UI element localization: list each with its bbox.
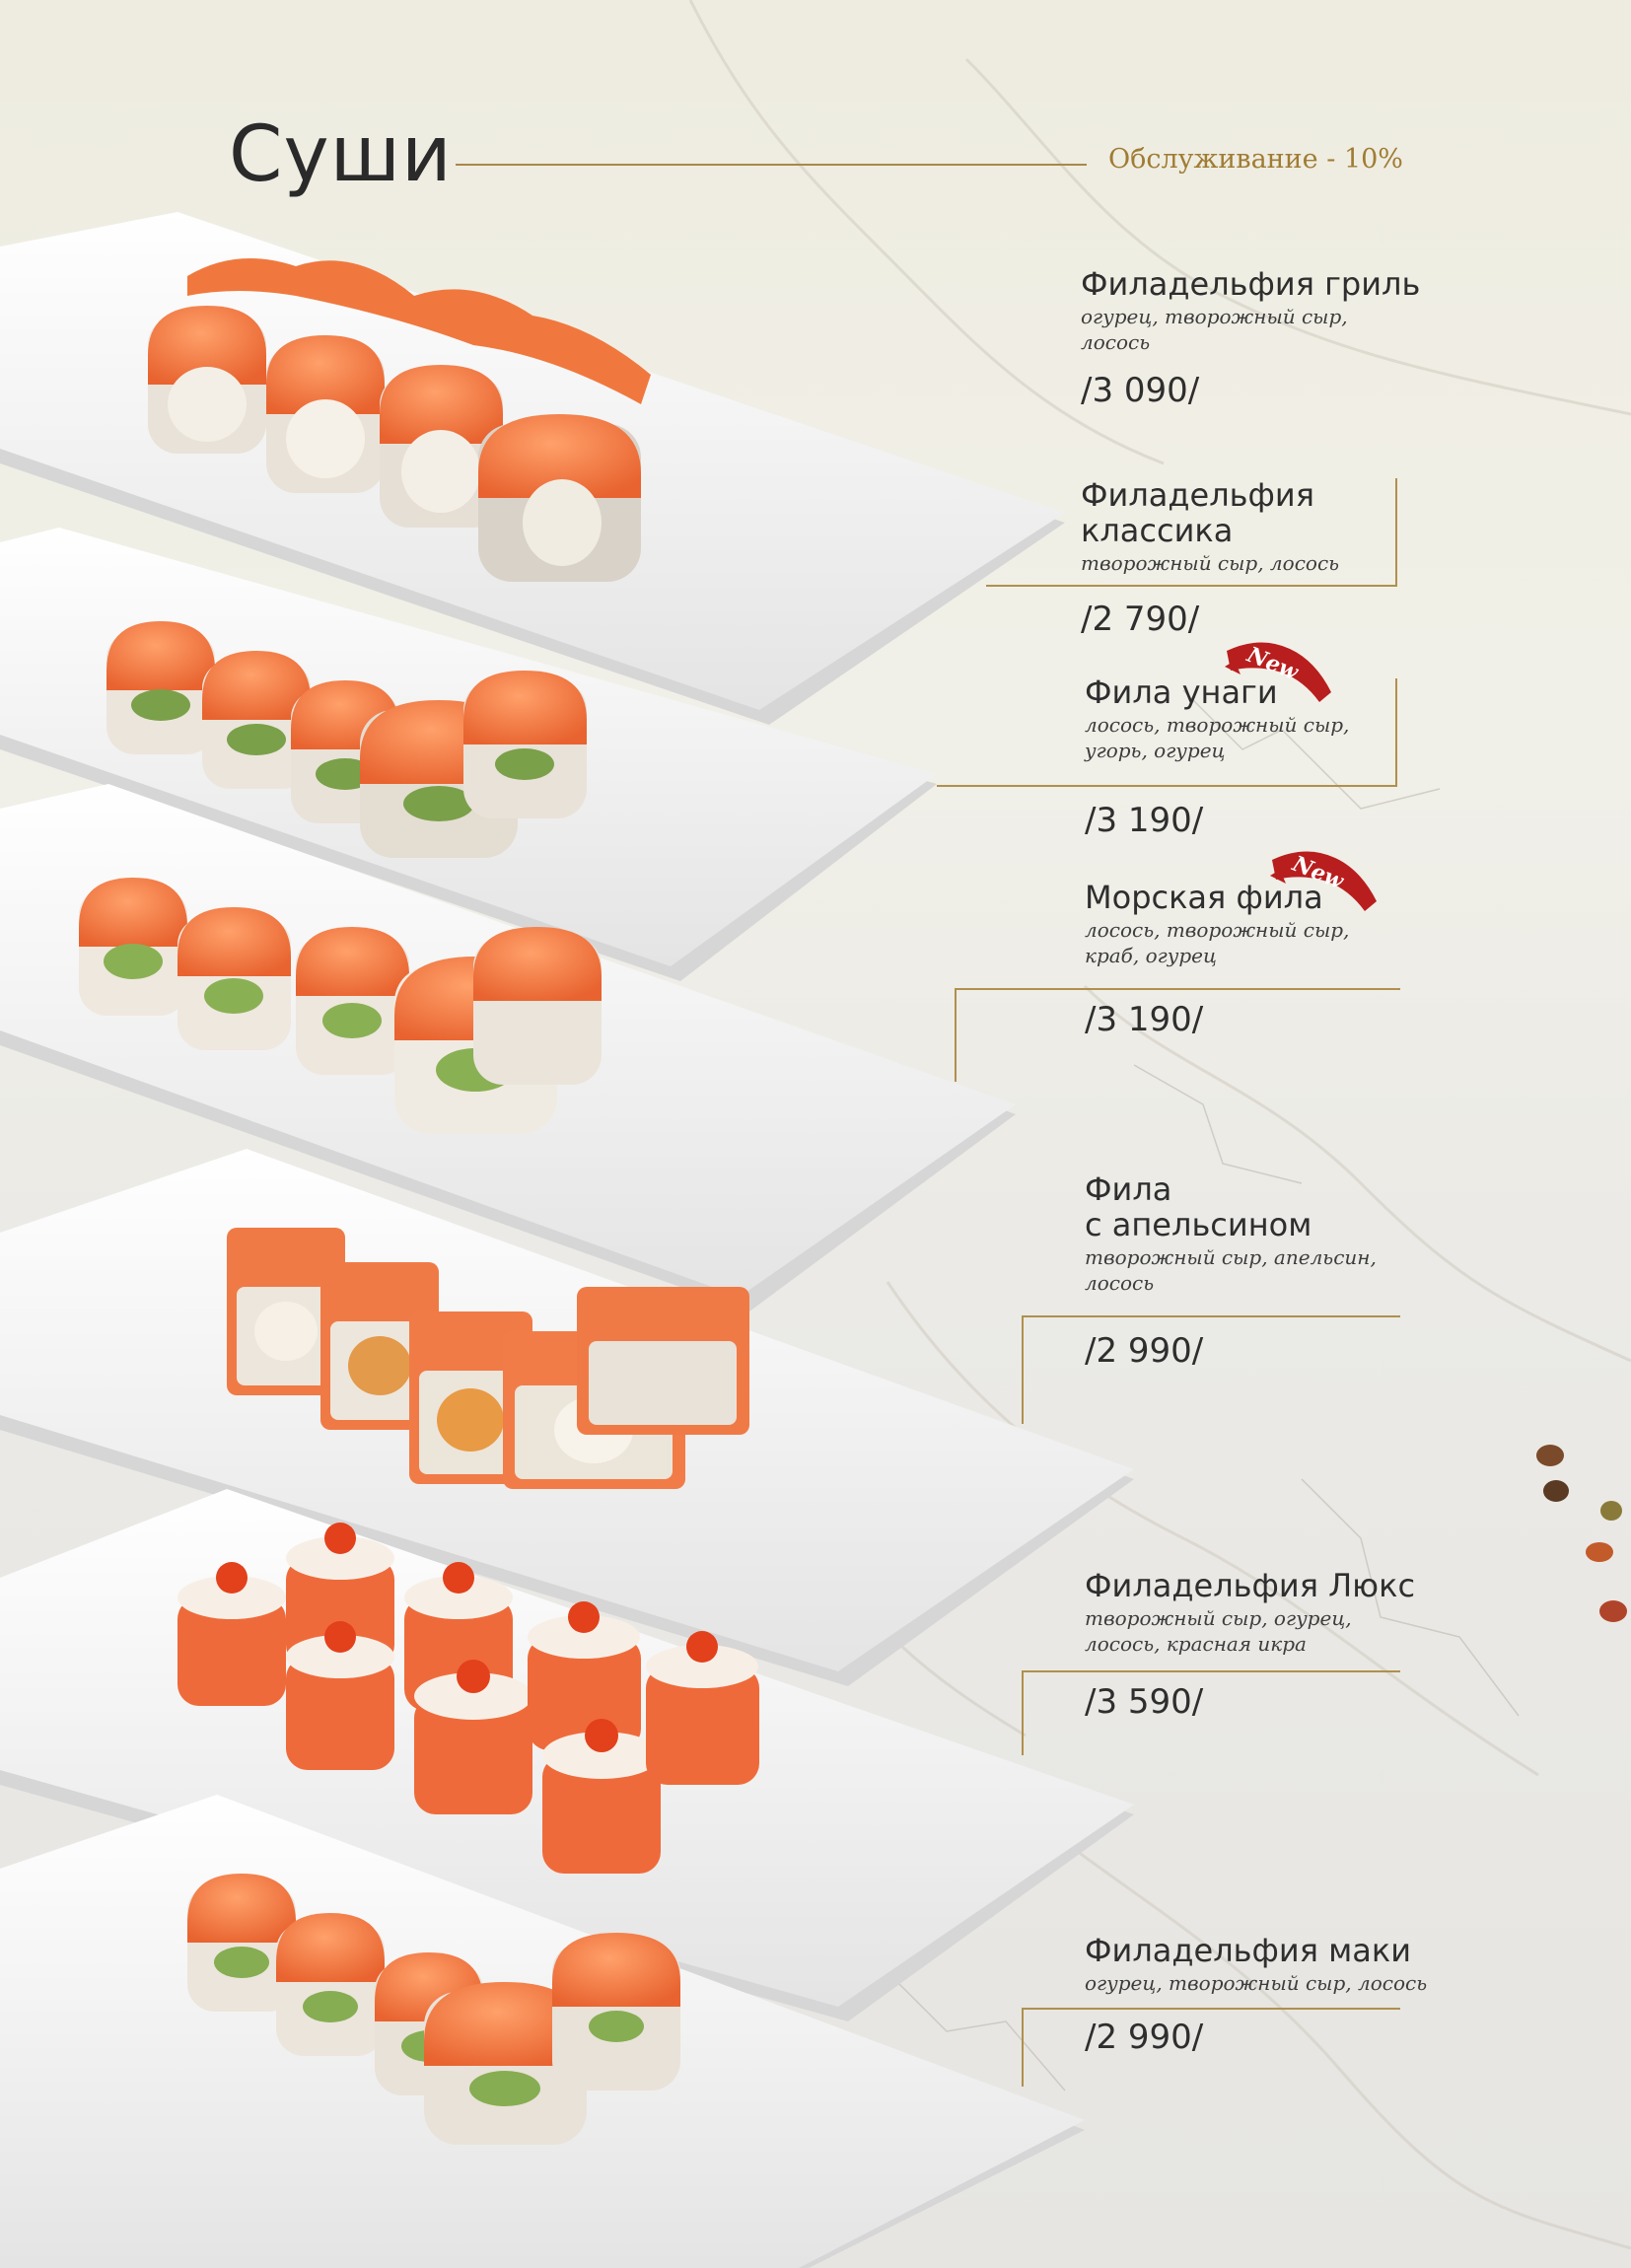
menu-item-philadelphia-maki: Филадельфия маки огурец, творожный сыр, … [1085,1933,1427,1996]
item-name: Филадельфия Люкс [1085,1567,1416,1604]
item-description: творожный сыр, огурец, лосось, красная и… [1085,1606,1352,1656]
menu-item-philadelphia-lux: Филадельфия Люкс творожный сыр, огурец, … [1085,1568,1415,1657]
item-5-frame-horizontal [1022,1315,1400,1317]
item-price: /3 590/ [1085,1682,1204,1722]
item-name: Филадельфия маки [1085,1932,1411,1969]
item-description: огурец, творожный сыр, лосось [1085,1971,1428,1995]
new-badge: New [1221,631,1335,710]
item-price: /2 990/ [1085,2018,1204,2057]
item-name: Фила с апельсином [1085,1170,1312,1243]
item-description: лосось, творожный сыр, краб, огурец [1085,918,1350,967]
item-price: /3 090/ [1081,371,1200,410]
item-4-frame-vertical [955,988,957,1082]
item-3-frame-horizontal [937,785,1397,787]
item-description: творожный сыр, апельсин, лосось [1085,1245,1377,1295]
item-price: /3 190/ [1085,801,1204,840]
item-4-frame-horizontal [955,988,1400,990]
menu-page: Суши Обслуживание - 10% Филадельфия грил… [0,0,1631,2268]
item-2-frame-vertical [1395,478,1397,587]
item-2-frame-horizontal [986,585,1397,587]
item-price: /3 190/ [1085,1000,1204,1039]
item-name: Филадельфия гриль [1081,265,1421,303]
new-badge: New [1266,840,1381,919]
item-price: /2 790/ [1081,600,1200,639]
item-6-frame-horizontal [1022,1670,1400,1672]
menu-item-fila-orange: Фила с апельсином творожный сыр, апельси… [1085,1171,1377,1296]
item-7-frame-horizontal [1022,2008,1400,2010]
item-5-frame-vertical [1022,1315,1024,1424]
menu-item-philadelphia-grill: Филадельфия гриль огурец, творожный сыр,… [1081,266,1420,355]
item-name: Филадельфия классика [1081,476,1314,549]
item-6-frame-vertical [1022,1670,1024,1755]
menu-item-philadelphia-classic: Филадельфия классика творожный сыр, лосо… [1081,477,1339,576]
item-price: /2 990/ [1085,1331,1204,1371]
item-description: творожный сыр, лосось [1081,551,1340,575]
item-description: огурец, творожный сыр, лосось [1081,305,1348,354]
item-3-frame-vertical [1395,678,1397,787]
item-description: лосось, творожный сыр, угорь, огурец [1085,713,1350,762]
item-7-frame-vertical [1022,2008,1024,2087]
